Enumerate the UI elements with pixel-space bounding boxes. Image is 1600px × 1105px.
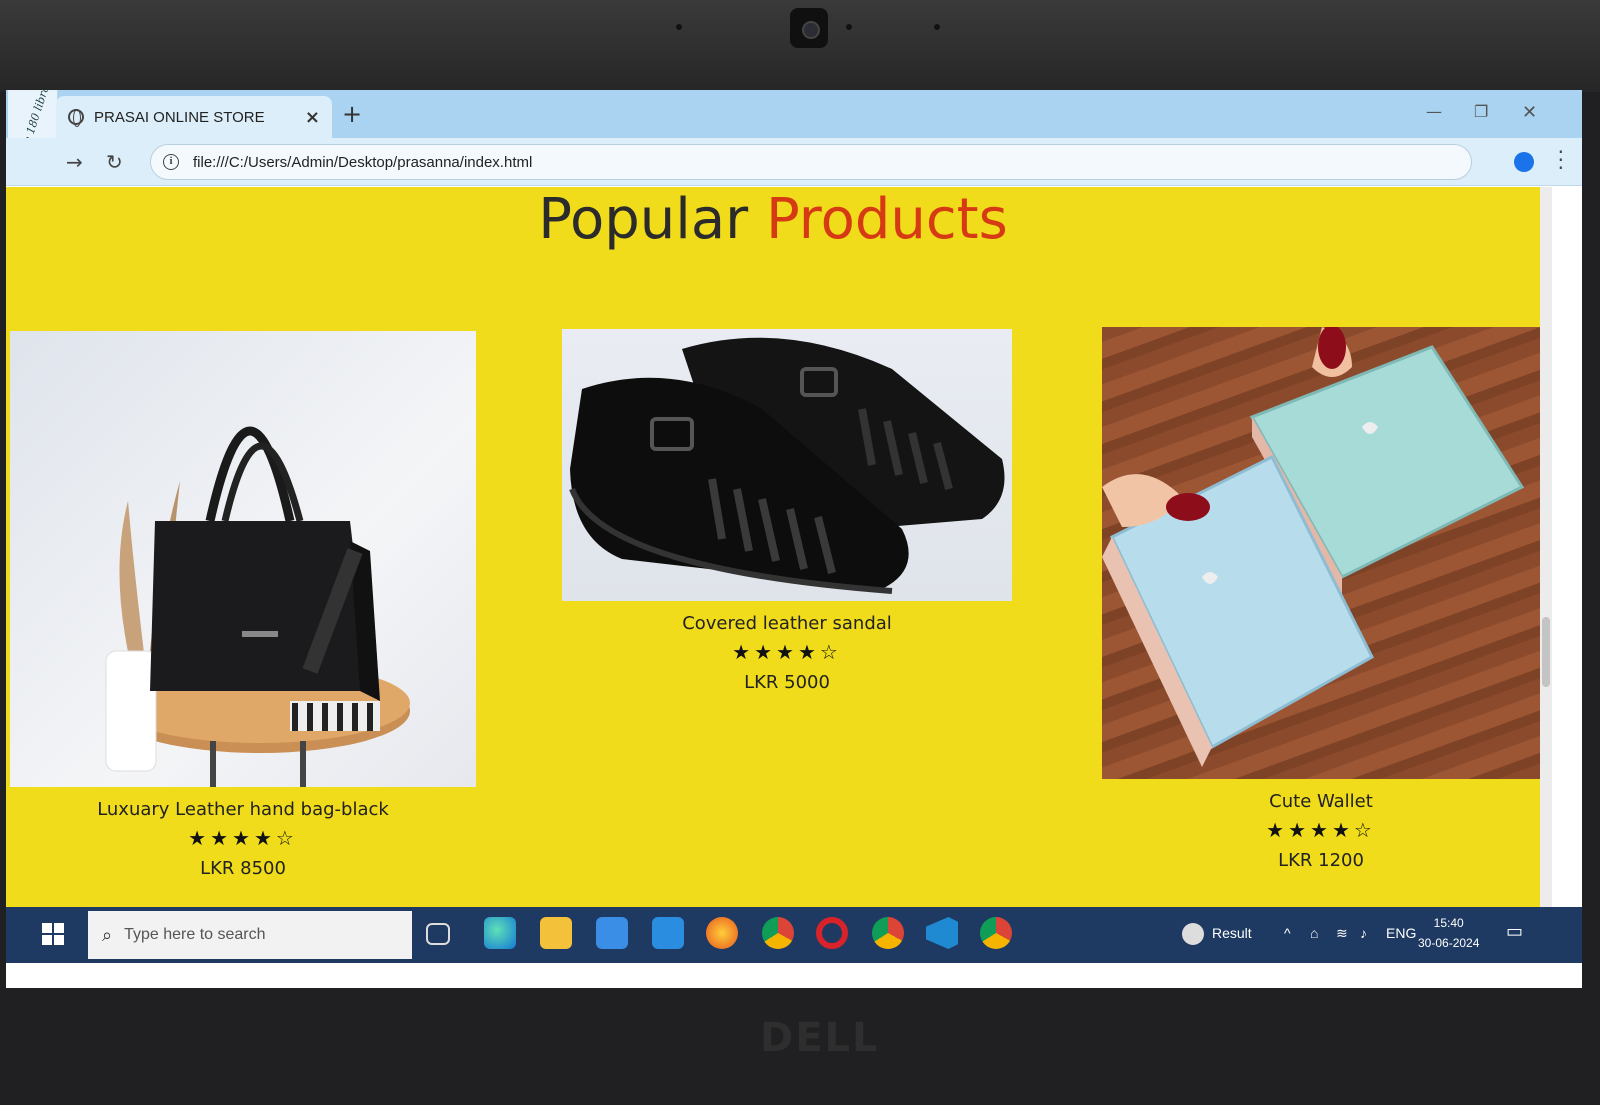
wallet-image — [1102, 327, 1525, 767]
product-image[interactable] — [1102, 327, 1540, 779]
page-scrollbar[interactable] — [1540, 187, 1552, 907]
scroll-thumb[interactable] — [1542, 617, 1550, 687]
file-explorer-icon[interactable] — [540, 917, 572, 949]
new-tab-button[interactable]: + — [342, 100, 362, 128]
minimize-icon[interactable]: — — [1426, 102, 1442, 121]
browser-tab[interactable]: PRASAI ONLINE STORE × — [56, 96, 332, 138]
product-name[interactable]: Cute Wallet — [1102, 791, 1540, 812]
windows-taskbar: ⌕ Type here to search Result ^ ⌂ ≋ ♪ ENG… — [6, 907, 1582, 963]
address-bar[interactable]: i file:///C:/Users/Admin/Desktop/prasann… — [150, 144, 1472, 180]
menu-icon[interactable]: · · · — [1558, 142, 1564, 178]
browser-tab-bar: by the 180 library PRASAI ONLINE STORE ×… — [6, 90, 1582, 182]
webcam — [790, 8, 828, 48]
tray-chevron-icon[interactable]: ^ — [1284, 925, 1291, 941]
section-heading: Popular Products — [6, 187, 1540, 252]
clock-time: 15:40 — [1433, 916, 1464, 930]
browser-toolbar: → ↻ i file:///C:/Users/Admin/Desktop/pra… — [6, 138, 1582, 186]
chrome-active-icon[interactable] — [980, 917, 1012, 949]
dell-logo: DELL — [760, 1015, 880, 1061]
system-clock[interactable]: 15:40 30-06-2024 — [1418, 913, 1479, 953]
site-info-icon[interactable]: i — [163, 154, 179, 170]
product-price: LKR 8500 — [200, 858, 286, 879]
taskbar-search[interactable]: ⌕ Type here to search — [88, 911, 412, 959]
sensor-dot — [934, 24, 940, 30]
close-window-icon[interactable]: ✕ — [1522, 102, 1537, 123]
heading-main: Popular — [538, 187, 749, 252]
product-name[interactable]: Covered leather sandal — [562, 613, 1012, 634]
tab-title: PRASAI ONLINE STORE — [94, 108, 265, 126]
vscode-icon[interactable] — [926, 917, 958, 949]
mail-icon[interactable] — [652, 917, 684, 949]
forward-icon[interactable]: → — [66, 150, 83, 174]
wifi-icon[interactable]: ≋ — [1336, 925, 1348, 942]
chrome-icon[interactable] — [762, 917, 794, 949]
profile-icon[interactable] — [1514, 152, 1534, 172]
clock-date: 30-06-2024 — [1418, 936, 1480, 950]
notifications-icon[interactable]: ▭ — [1506, 921, 1523, 942]
screen: by the 180 library PRASAI ONLINE STORE ×… — [6, 90, 1582, 988]
product-image[interactable] — [562, 329, 1012, 601]
sandal-image — [569, 337, 1005, 594]
edge-icon[interactable] — [484, 917, 516, 949]
star-rating: ★★★★☆ — [732, 640, 842, 664]
weather-label[interactable]: Result — [1212, 925, 1252, 941]
product-card[interactable]: Luxuary Leather hand bag-black ★★★★☆ LKR… — [10, 331, 476, 879]
globe-icon — [68, 109, 84, 127]
windows-start-icon[interactable] — [42, 923, 64, 945]
search-icon: ⌕ — [102, 924, 113, 946]
product-card[interactable]: Covered leather sandal ★★★★☆ LKR 5000 — [562, 329, 1012, 693]
task-view-icon[interactable] — [426, 923, 450, 945]
search-placeholder: Type here to search — [124, 926, 266, 943]
store-icon[interactable] — [596, 917, 628, 949]
opera-icon[interactable] — [816, 917, 848, 949]
close-tab-icon[interactable]: × — [305, 107, 320, 128]
reload-icon[interactable]: ↻ — [106, 150, 123, 174]
heading-accent: Products — [765, 187, 1008, 252]
product-name[interactable]: Luxuary Leather hand bag-black — [10, 799, 476, 820]
product-price: LKR 5000 — [744, 672, 830, 693]
weather-icon[interactable] — [1182, 923, 1204, 945]
restore-icon[interactable]: ❐ — [1474, 102, 1488, 121]
sensor-dot — [846, 24, 852, 30]
volume-icon[interactable]: ♪ — [1360, 925, 1367, 941]
url-text: file:///C:/Users/Admin/Desktop/prasanna/… — [193, 153, 533, 171]
handbag-image — [105, 426, 410, 787]
language-indicator[interactable]: ENG — [1386, 925, 1416, 941]
product-price: LKR 1200 — [1278, 850, 1364, 871]
sensor-dot — [676, 24, 682, 30]
star-rating: ★★★★☆ — [188, 826, 298, 850]
chrome-profile-icon[interactable] — [872, 917, 904, 949]
star-rating: ★★★★☆ — [1266, 818, 1376, 842]
page-content: Popular Products Luxuary Leather hand ba… — [6, 187, 1540, 907]
firefox-icon[interactable] — [706, 917, 738, 949]
product-card[interactable]: Cute Wallet ★★★★☆ LKR 1200 — [1102, 327, 1540, 871]
network-icon[interactable]: ⌂ — [1310, 925, 1318, 941]
product-image[interactable] — [10, 331, 476, 787]
